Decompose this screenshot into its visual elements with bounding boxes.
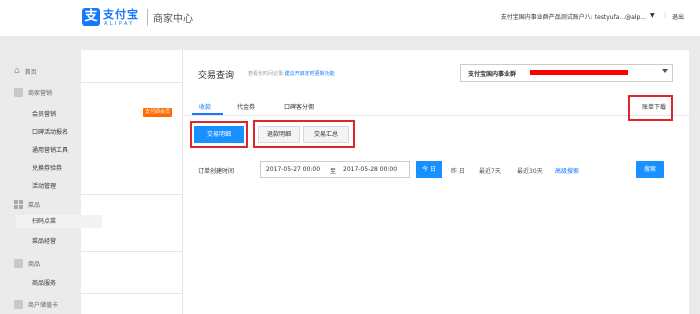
sidebar-item-coupon-verify[interactable]: 兑换券验券 xyxy=(32,163,62,172)
date-range-separator: 至 xyxy=(330,168,337,175)
sidebar-item-member-marketing[interactable]: 会员营销 xyxy=(32,109,56,118)
sidebar xyxy=(81,50,183,314)
goods-icon xyxy=(14,259,23,268)
sidebar-divider xyxy=(81,82,183,83)
logo-subtext: ALIPAY xyxy=(104,21,135,27)
page-subtitle: 商家中心 xyxy=(153,14,193,25)
account-select-value: 支付宝国内事业群 xyxy=(468,71,517,78)
sidebar-group-label: 商户储值卡 xyxy=(28,302,59,309)
sidebar-item-activity-manage[interactable]: 活动管理 xyxy=(32,181,56,190)
sidebar-item-koubei-signup[interactable]: 口碑活动报名 xyxy=(32,127,68,136)
highlight-box xyxy=(190,121,248,148)
redaction-bar xyxy=(530,70,628,75)
top-header: 支 支付宝 ALIPAY 商家中心 支付宝国内事业群产品测试账户八: testy… xyxy=(0,0,700,36)
chevron-down-icon[interactable] xyxy=(662,69,668,73)
sidebar-item-marketing-tools[interactable]: 通用营销工具 xyxy=(32,145,68,154)
grid-icon xyxy=(14,200,23,209)
sidebar-group-label: 商品 xyxy=(28,261,41,268)
last-30-days-link[interactable]: 最近30天 xyxy=(517,166,543,175)
sidebar-item-dish-operation[interactable]: 菜品经营 xyxy=(32,236,56,245)
tip-text: 若看长时间记录, xyxy=(248,71,285,77)
sidebar-group-home[interactable]: ⌂ 首页 xyxy=(14,66,37,76)
yesterday-link[interactable]: 昨 日 xyxy=(451,166,465,175)
sidebar-group-label: 菜品 xyxy=(28,202,41,209)
sidebar-group-dishes[interactable]: 菜品 xyxy=(14,200,40,209)
search-button[interactable]: 搜索 xyxy=(636,161,664,178)
sidebar-group-label: 首页 xyxy=(24,68,37,76)
card-icon xyxy=(14,300,23,309)
tab-commission[interactable]: 口碑客分佣 xyxy=(284,102,314,111)
home-icon: ⌂ xyxy=(14,66,20,76)
tip-link[interactable]: 建议开启定时更新功能 xyxy=(285,71,335,77)
alipay-logo-icon[interactable]: 支 xyxy=(82,8,100,26)
advanced-search-link[interactable]: 高级搜索 xyxy=(555,166,579,175)
account-name[interactable]: 支付宝国内事业群产品测试账户八: testyufa...@alp... xyxy=(501,12,646,21)
last-7-days-link[interactable]: 最近7天 xyxy=(479,166,501,175)
tab-voucher[interactable]: 代金券 xyxy=(237,102,255,111)
tab-receive[interactable]: 收款 xyxy=(199,102,211,111)
chevron-down-icon[interactable]: ▼ xyxy=(650,12,655,19)
logo-divider xyxy=(147,9,148,26)
title-tip: 若看长时间记录,建议开启定时更新功能 xyxy=(248,70,335,77)
sidebar-group-goods[interactable]: 商品 xyxy=(14,259,40,268)
sidebar-group-stored-card[interactable]: 商户储值卡 xyxy=(14,300,58,309)
filter-label: 订单创建时间 xyxy=(198,168,235,175)
sidebar-group-label: 商家营销 xyxy=(28,90,53,97)
page-title: 交易查询 xyxy=(198,71,235,81)
highlight-box xyxy=(628,95,673,121)
sidebar-divider xyxy=(81,251,183,252)
sidebar-divider xyxy=(81,293,183,294)
today-button[interactable]: 今 日 xyxy=(416,161,442,178)
logout-link[interactable]: 退出 xyxy=(672,12,684,21)
sidebar-group-marketing[interactable]: 商家营销 xyxy=(14,88,52,97)
sidebar-divider xyxy=(81,194,183,195)
sidebar-item-scan-order[interactable]: 扫码点菜 xyxy=(16,215,102,228)
status-badge: 支付即会员 xyxy=(143,108,173,117)
highlight-box xyxy=(253,120,355,148)
date-start-value[interactable]: 2017-05-27 00:00 xyxy=(266,166,320,173)
date-end-value[interactable]: 2017-05-28 00:00 xyxy=(343,166,397,173)
header-divider: | xyxy=(664,12,667,19)
marketing-icon xyxy=(14,88,23,97)
logo-text[interactable]: 支付宝 xyxy=(103,6,139,22)
tab-divider xyxy=(183,115,689,116)
sidebar-item-goods-service[interactable]: 商品服务 xyxy=(32,278,56,287)
